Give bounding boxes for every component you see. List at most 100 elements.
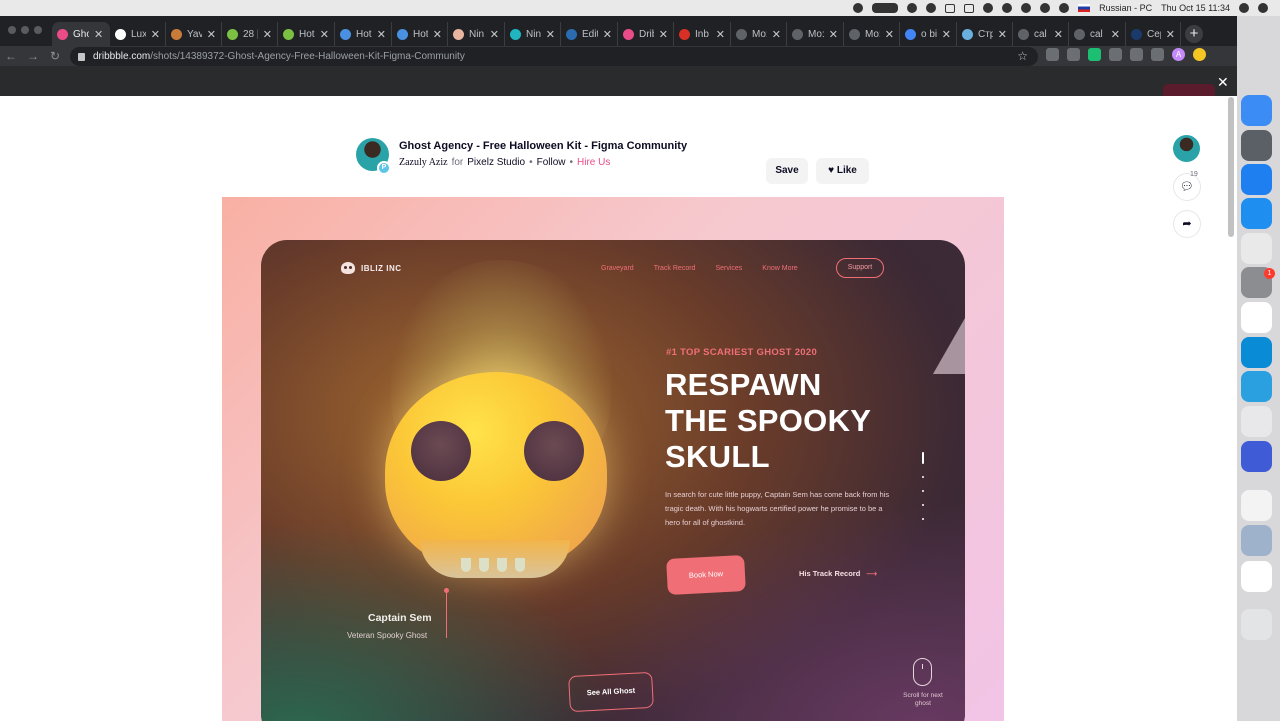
tab-close-icon[interactable]: ✕ [603,28,612,41]
browser-tab[interactable]: Hot ✕ [392,22,448,46]
preview-icon[interactable] [1241,525,1272,556]
tab-close-icon[interactable]: ✕ [772,28,781,41]
profile-avatar[interactable]: A [1172,48,1185,61]
tab-close-icon[interactable]: ✕ [490,28,499,41]
tab-close-icon[interactable]: ✕ [207,28,216,41]
browser-tab[interactable]: cal ✕ [1013,22,1069,46]
studio-link[interactable]: Pixelz Studio [467,157,525,168]
close-window-icon[interactable] [8,26,16,34]
finder-icon[interactable] [1241,95,1272,126]
figma-icon[interactable] [1241,302,1272,333]
eject-icon[interactable] [1021,3,1032,13]
controls-icon[interactable] [945,3,956,13]
tab-close-icon[interactable]: ✕ [1111,28,1120,41]
browser-tab[interactable]: Mo: ✕ [731,22,787,46]
wifi-icon[interactable] [1040,3,1051,13]
tab-close-icon[interactable]: ✕ [151,28,160,41]
update-icon[interactable] [1193,48,1206,61]
audio-icon[interactable] [1241,441,1272,472]
vpn-icon[interactable] [853,3,864,13]
browser-tab[interactable]: Mo: ✕ [787,22,844,46]
browser-tab[interactable]: Стр ✕ [957,22,1013,46]
browser-tab[interactable]: Hot ✕ [278,22,335,46]
tab-close-icon[interactable]: ✕ [433,28,442,41]
url-text[interactable]: dribbble.com/shots/14389372-Ghost-Agency… [93,51,465,62]
tab-close-icon[interactable]: ✕ [885,28,894,41]
extension-blue-icon[interactable] [1130,48,1143,61]
tab-close-icon[interactable]: ✕ [998,28,1007,41]
browser-tab[interactable]: 28 | ✕ [222,22,278,46]
browser-tab[interactable]: Mo: ✕ [844,22,900,46]
menubar-clock[interactable]: Thu Oct 15 11:34 [1161,3,1230,13]
follow-link[interactable]: Follow [537,157,566,168]
extension-icon[interactable] [1046,48,1059,61]
shot-artwork[interactable]: IBLIZ INC Graveyard Track Record Service… [222,197,1004,721]
zoom-window-icon[interactable] [34,26,42,34]
browser-tab[interactable]: o bi ✕ [900,22,957,46]
screenshot-icon[interactable] [1241,406,1272,437]
forward-arrow-icon[interactable]: → [22,49,44,63]
reload-icon[interactable]: ↻ [44,49,66,63]
puzzle-icon[interactable] [1151,48,1164,61]
tab-close-icon[interactable]: ✕ [942,28,951,41]
address-bar[interactable]: dribbble.com/shots/14389372-Ghost-Agency… [70,47,1038,66]
record-icon[interactable] [907,3,918,13]
like-button[interactable]: ♥ Like [816,158,869,184]
back-arrow-icon[interactable]: ← [0,49,22,63]
tab-close-icon[interactable]: ✕ [716,28,725,41]
close-icon[interactable]: ✕ [1217,74,1229,91]
browser-tab[interactable]: Cep ✕ [1126,22,1181,46]
safari-icon[interactable] [1241,164,1272,195]
browser-tab[interactable]: Gho ✕ [52,22,110,46]
save-button[interactable]: Save [766,158,808,184]
tab-close-icon[interactable]: ✕ [263,28,272,41]
minimize-window-icon[interactable] [21,26,29,34]
app-store-icon[interactable] [1241,198,1272,229]
telegram-icon[interactable] [1241,371,1272,402]
bookmark-star-icon[interactable]: ☆ [1017,49,1028,63]
input-language[interactable]: Russian - PC [1099,3,1152,13]
tab-close-icon[interactable]: ✕ [377,28,386,41]
airplay-icon[interactable] [964,3,975,13]
tab-close-icon[interactable]: ✕ [1166,28,1175,41]
globe-icon[interactable] [1002,3,1013,13]
browser-tab[interactable]: cal ✕ [1069,22,1126,46]
scrollbar[interactable] [1228,97,1234,237]
tab-close-icon[interactable]: ✕ [829,28,838,41]
browser-tab[interactable]: Inb ✕ [674,22,731,46]
browser-tab[interactable]: Nin ✕ [505,22,561,46]
skype-icon[interactable] [1241,337,1272,368]
clock-icon[interactable] [983,3,994,13]
font-extension-icon[interactable] [1109,48,1122,61]
browser-tab[interactable]: Drib ✕ [618,22,674,46]
hire-us-link[interactable]: Hire Us [577,157,610,168]
status-icon[interactable] [926,3,937,13]
control-center-icon[interactable] [1258,3,1268,13]
extension-green-icon[interactable] [1088,48,1101,61]
browser-tab[interactable]: Lux ✕ [110,22,166,46]
spotlight-icon[interactable] [1239,3,1249,13]
tab-close-icon[interactable]: ✕ [546,28,555,41]
tab-close-icon[interactable]: ✕ [659,28,668,41]
trash-icon[interactable] [1241,609,1272,640]
browser-tab[interactable]: Nin ✕ [448,22,505,46]
volume-icon[interactable] [1059,3,1070,13]
share-button[interactable]: ➦ [1174,211,1200,237]
textedit-icon[interactable] [1241,490,1272,521]
shield-icon[interactable] [1067,48,1080,61]
author-name[interactable]: Zazuly Aziz [399,157,448,168]
designer-avatar[interactable] [1173,135,1200,162]
tab-close-icon[interactable]: ✕ [94,28,103,41]
g-hub-icon[interactable] [1241,561,1272,592]
browser-tab[interactable]: Hot ✕ [335,22,392,46]
new-tab-button[interactable]: + [1185,25,1203,43]
battery-pill-icon[interactable] [872,3,899,13]
lock-icon[interactable] [78,52,85,61]
browser-tab[interactable]: Edit ✕ [561,22,618,46]
chrome-icon[interactable] [1241,233,1272,264]
browser-tab[interactable]: Yav ✕ [166,22,222,46]
tab-close-icon[interactable]: ✕ [320,28,329,41]
tab-close-icon[interactable]: ✕ [1054,28,1063,41]
tab-favicon-icon [340,28,351,40]
launchpad-icon[interactable] [1241,130,1272,161]
